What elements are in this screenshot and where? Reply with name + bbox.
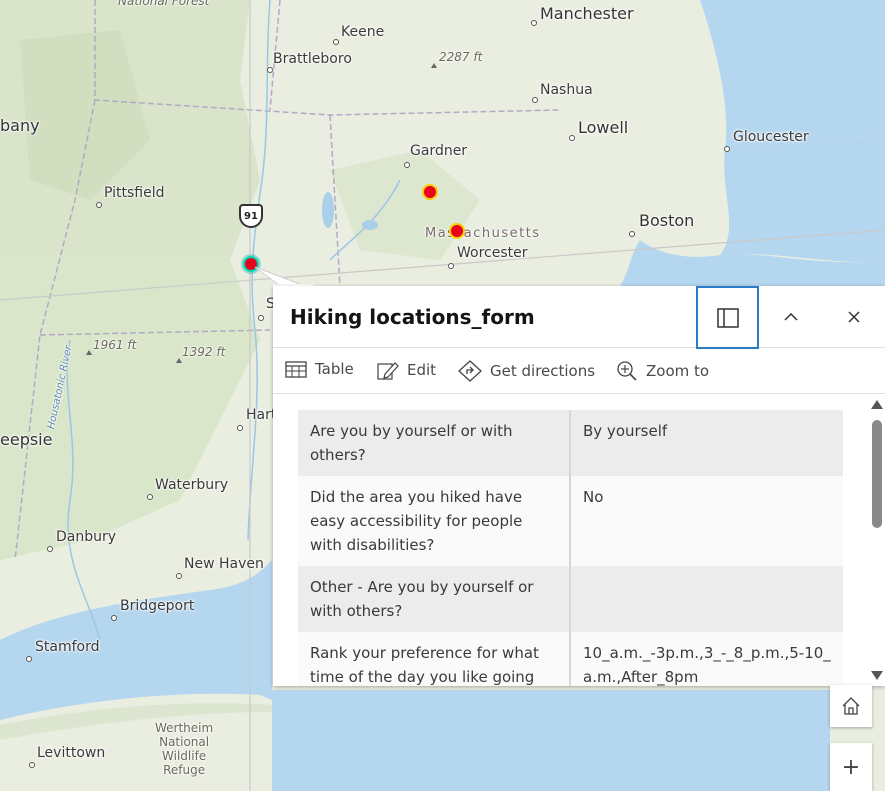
table-row: Other - Are you by yourself or with othe… bbox=[298, 566, 843, 632]
popup-actions: Table Edit Get directions Zoom to bbox=[273, 348, 885, 394]
hiking-location-marker[interactable] bbox=[422, 184, 438, 200]
edit-action-button[interactable]: Edit bbox=[377, 360, 436, 380]
label-pittsfield: Pittsfield bbox=[104, 185, 165, 201]
edit-action-label: Edit bbox=[407, 361, 437, 379]
feature-popup: Hiking locations_form Table Edit Get dir… bbox=[273, 286, 885, 686]
label-massachusetts: Massachusetts bbox=[425, 226, 541, 241]
label-nashua: Nashua bbox=[540, 82, 593, 98]
table-action-button[interactable]: Table bbox=[285, 360, 354, 378]
city-dot-gardner bbox=[404, 162, 410, 168]
label-danbury: Danbury bbox=[56, 529, 117, 545]
field-label: Other - Are you by yourself or with othe… bbox=[298, 566, 571, 632]
attributes-table-container[interactable]: Are you by yourself or with others? By y… bbox=[273, 394, 885, 686]
table-action-label: Table bbox=[315, 360, 354, 378]
label-levittown: Levittown bbox=[37, 745, 106, 761]
label-elev-2287: 2287 ft bbox=[439, 50, 483, 64]
field-value: 10_a.m._-3p.m.,3_-_8_p.m.,5-10_a.m.,Afte… bbox=[570, 632, 843, 686]
label-gloucester: Gloucester bbox=[733, 129, 809, 145]
field-value bbox=[570, 566, 843, 632]
label-poughkeepsie: eepsie bbox=[0, 430, 53, 449]
dock-button[interactable] bbox=[696, 286, 759, 349]
zoom-in-button[interactable]: + bbox=[830, 743, 872, 791]
table-row: Are you by yourself or with others? By y… bbox=[298, 410, 843, 476]
city-dot-bridgeport bbox=[111, 615, 117, 621]
peak-icon bbox=[86, 350, 92, 355]
directions-icon bbox=[458, 360, 482, 382]
city-dot-nashua bbox=[532, 97, 538, 103]
label-gardner: Gardner bbox=[410, 143, 468, 159]
label-hartford: Hart bbox=[246, 407, 277, 423]
attributes-table: Are you by yourself or with others? By y… bbox=[298, 410, 843, 686]
label-lowell: Lowell bbox=[578, 118, 629, 137]
close-button[interactable] bbox=[823, 286, 885, 348]
city-dot-boston bbox=[629, 231, 635, 237]
city-dot-waterbury bbox=[147, 494, 153, 500]
label-stamford: Stamford bbox=[35, 639, 100, 655]
label-boston: Boston bbox=[639, 211, 695, 230]
popup-scrollbar[interactable] bbox=[869, 394, 885, 686]
city-dot-brattleboro bbox=[267, 67, 273, 73]
table-row: Rank your preference for what time of th… bbox=[298, 632, 843, 686]
plus-icon: + bbox=[841, 754, 861, 780]
label-albany: bany bbox=[0, 116, 40, 135]
label-wertheim-refuge: Wertheim National Wildlife Refuge bbox=[155, 721, 214, 777]
scrollbar-thumb[interactable] bbox=[872, 420, 882, 528]
label-worcester: Worcester bbox=[457, 245, 528, 261]
label-brattleboro: Brattleboro bbox=[273, 51, 352, 67]
close-icon bbox=[848, 311, 860, 323]
field-label: Rank your preference for what time of th… bbox=[298, 632, 571, 686]
city-dot-new-haven bbox=[176, 573, 182, 579]
home-icon bbox=[842, 697, 860, 715]
popup-title: Hiking locations_form bbox=[290, 305, 535, 329]
get-directions-action-button[interactable]: Get directions bbox=[458, 360, 595, 382]
interstate-shield: 91 bbox=[239, 204, 263, 228]
city-dot-hartford bbox=[237, 425, 243, 431]
zoom-to-label: Zoom to bbox=[646, 362, 710, 380]
field-value: No bbox=[570, 476, 843, 566]
city-dot-danbury bbox=[47, 546, 53, 552]
city-dot-stamford bbox=[26, 656, 32, 662]
city-dot-levittown bbox=[29, 762, 35, 768]
hiking-location-marker[interactable] bbox=[449, 223, 465, 239]
collapse-button[interactable] bbox=[760, 286, 822, 348]
city-dot-gloucester bbox=[724, 146, 730, 152]
label-national-forest: National Forest bbox=[118, 0, 210, 8]
label-waterbury: Waterbury bbox=[155, 477, 229, 493]
get-directions-label: Get directions bbox=[490, 362, 596, 380]
label-bridgeport: Bridgeport bbox=[120, 598, 195, 614]
zoom-in-icon bbox=[617, 361, 637, 381]
zoom-to-action-button[interactable]: Zoom to bbox=[616, 360, 709, 382]
table-icon bbox=[285, 361, 307, 378]
scroll-up-arrow-icon[interactable] bbox=[871, 400, 883, 409]
city-dot-lowell bbox=[569, 135, 575, 141]
field-value: By yourself bbox=[570, 410, 843, 476]
label-new-haven: New Haven bbox=[184, 556, 264, 572]
peak-icon bbox=[431, 63, 437, 68]
field-label: Did the area you hiked have easy accessi… bbox=[298, 476, 571, 566]
table-row: Did the area you hiked have easy accessi… bbox=[298, 476, 843, 566]
label-elev-1961: 1961 ft bbox=[93, 338, 137, 352]
label-elev-1392: 1392 ft bbox=[182, 345, 226, 359]
city-dot-pittsfield bbox=[96, 202, 102, 208]
pencil-icon bbox=[377, 362, 399, 380]
city-dot-manchester bbox=[531, 20, 537, 26]
home-button[interactable] bbox=[830, 685, 872, 727]
label-keene: Keene bbox=[341, 24, 385, 40]
city-dot-worcester bbox=[448, 263, 454, 269]
chevron-up-icon bbox=[784, 312, 798, 321]
dock-icon bbox=[716, 307, 739, 328]
scroll-down-arrow-icon[interactable] bbox=[871, 671, 883, 680]
field-label: Are you by yourself or with others? bbox=[298, 410, 571, 476]
popup-header: Hiking locations_form bbox=[273, 286, 885, 349]
label-manchester: Manchester bbox=[540, 4, 634, 23]
city-dot-springfield bbox=[258, 315, 264, 321]
city-dot-keene bbox=[333, 39, 339, 45]
